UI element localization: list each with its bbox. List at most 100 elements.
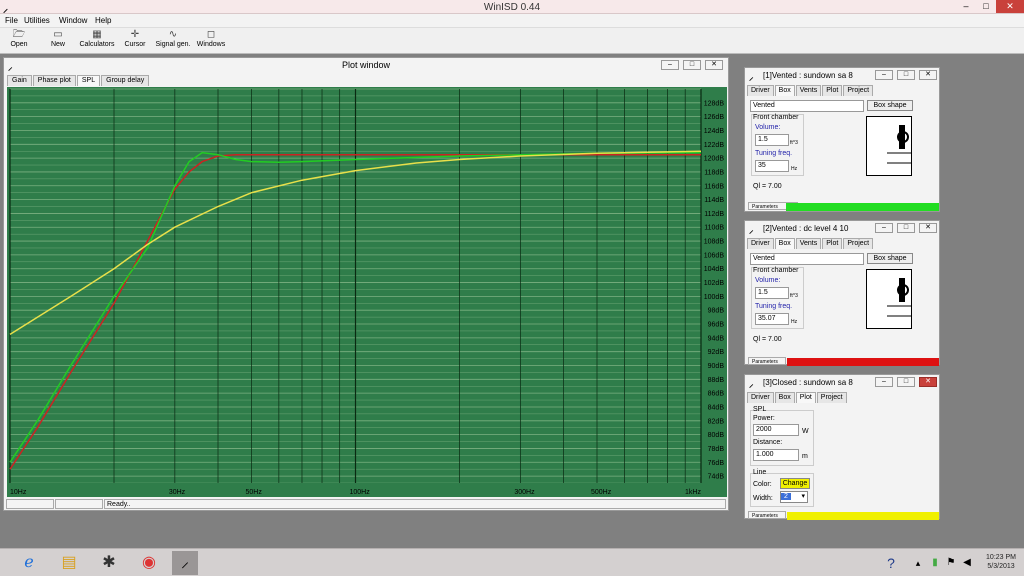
tab-plot[interactable]: Plot bbox=[822, 85, 843, 96]
title-bar: ⸝ WinISD 0.44 – □ ✕ bbox=[0, 0, 1024, 15]
tab-plot[interactable]: Plot bbox=[795, 392, 816, 403]
volume-input[interactable]: 1.5 bbox=[755, 287, 789, 299]
tab-driver[interactable]: Driver bbox=[747, 238, 774, 249]
toolbar: 🗁 Open ▭ New ▦ Calculators ✛ Cursor ∿ Signal … bbox=[0, 28, 1024, 54]
new-button[interactable]: ▭ New bbox=[44, 29, 72, 48]
closed-minimize-button[interactable]: – bbox=[875, 377, 893, 387]
menu-help[interactable]: Help bbox=[95, 16, 111, 25]
plot-maximize-button[interactable]: □ bbox=[683, 60, 701, 70]
tab-driver[interactable]: Driver bbox=[747, 392, 774, 403]
parameters-tab[interactable]: Parameters bbox=[748, 357, 786, 365]
signal-gen-icon: ∿ bbox=[168, 29, 178, 40]
driver-close-button[interactable]: ✕ bbox=[919, 223, 937, 233]
plot-minimize-button[interactable]: – bbox=[661, 60, 679, 70]
y-tick-label: 92dB bbox=[708, 349, 725, 356]
tab-gain[interactable]: Gain bbox=[7, 75, 32, 86]
volume-input[interactable]: 1.5 bbox=[755, 134, 789, 146]
tab-project[interactable]: Project bbox=[843, 85, 874, 96]
power-unit: W bbox=[802, 428, 809, 435]
tab-phase-plot[interactable]: Phase plot bbox=[32, 75, 76, 86]
tab-plot[interactable]: Plot bbox=[822, 238, 843, 249]
front-chamber-label: Front chamber bbox=[753, 267, 799, 274]
box-shape-button[interactable]: Box shape bbox=[867, 100, 913, 111]
closed-tabs: Driver Box Plot Project bbox=[747, 392, 848, 403]
cursor-button[interactable]: ✛ Cursor bbox=[122, 29, 148, 48]
volume-icon[interactable]: ◀ bbox=[954, 551, 980, 575]
file-explorer-icon[interactable]: ▤ bbox=[56, 551, 82, 575]
closed-window: ⸝ [3]Closed : sundown sa 8 – □ ✕ Driver … bbox=[744, 374, 940, 520]
calculators-button[interactable]: ▦ Calculators bbox=[78, 29, 116, 48]
driver-maximize-button[interactable]: □ bbox=[897, 223, 915, 233]
box-type-field[interactable]: Vented bbox=[750, 253, 864, 265]
app-icon[interactable]: ✱ bbox=[96, 551, 122, 575]
cursor-icon: ✛ bbox=[130, 29, 140, 40]
tuning-unit: Hz bbox=[791, 166, 798, 172]
tab-box[interactable]: Box bbox=[774, 85, 795, 96]
tuning-input[interactable]: 35.07 bbox=[755, 313, 789, 325]
y-tick-label: 110dB bbox=[704, 225, 724, 232]
spl-chart[interactable]: 74dB 76dB 78dB 80dB 82dB 84dB 86dB 88dB 90dB 92dB… bbox=[7, 87, 727, 497]
y-tick-label: 102dB bbox=[704, 280, 725, 287]
winisd-icon[interactable]: ⸝ bbox=[172, 551, 198, 575]
clock[interactable]: 10:23 PM 5/3/2013 bbox=[986, 553, 1016, 571]
distance-input[interactable]: 1.000 bbox=[753, 449, 799, 461]
power-input[interactable]: 2000 bbox=[753, 424, 799, 436]
plot-close-button[interactable]: ✕ bbox=[705, 60, 723, 70]
change-color-button[interactable]: Change bbox=[780, 478, 810, 489]
tab-driver[interactable]: Driver bbox=[747, 85, 774, 96]
y-tick-label: 86dB bbox=[708, 391, 725, 398]
windows-button[interactable]: ◻ Windows bbox=[196, 29, 226, 48]
tuning-input[interactable]: 35 bbox=[755, 160, 789, 172]
ie-icon[interactable]: ℯ bbox=[16, 551, 42, 575]
volume-unit: ft^3 bbox=[790, 293, 798, 299]
y-tick-label: 106dB bbox=[704, 252, 725, 259]
tab-box[interactable]: Box bbox=[774, 238, 795, 249]
menu-file[interactable]: File bbox=[5, 16, 18, 25]
box-shape-button[interactable]: Box shape bbox=[867, 253, 913, 264]
minimize-button[interactable]: – bbox=[956, 0, 976, 13]
tab-vents[interactable]: Vents bbox=[795, 85, 822, 96]
help-icon[interactable]: ? bbox=[878, 551, 904, 575]
tab-group-delay[interactable]: Group delay bbox=[101, 75, 150, 86]
line-color-bar bbox=[787, 512, 939, 520]
status-pane-1 bbox=[6, 499, 54, 509]
tab-project[interactable]: Project bbox=[843, 238, 874, 249]
open-button[interactable]: 🗁 Open bbox=[6, 29, 32, 48]
calculator-icon: ▦ bbox=[92, 29, 102, 40]
signal-gen-button[interactable]: ∿ Signal gen. bbox=[154, 29, 192, 48]
maximize-button[interactable]: □ bbox=[976, 0, 996, 13]
x-tick-label: 100Hz bbox=[350, 489, 371, 496]
x-tick-label: 300Hz bbox=[514, 489, 535, 496]
y-tick-label: 114dB bbox=[704, 197, 724, 204]
plot-window: ⸝ Plot window – □ ✕ Gain Phase plot SPL … bbox=[3, 57, 729, 511]
distance-unit: m bbox=[802, 453, 808, 460]
box-type-field[interactable]: Vented bbox=[750, 100, 864, 112]
chrome-icon[interactable]: ◉ bbox=[136, 551, 162, 575]
x-tick-label: 30Hz bbox=[169, 489, 186, 496]
tab-project[interactable]: Project bbox=[816, 392, 847, 403]
menu-window[interactable]: Window bbox=[59, 16, 87, 25]
driver-minimize-button[interactable]: – bbox=[875, 70, 893, 80]
tab-box[interactable]: Box bbox=[774, 392, 795, 403]
tab-spl[interactable]: SPL bbox=[76, 75, 101, 86]
y-tick-label: 94dB bbox=[708, 335, 725, 342]
closed-maximize-button[interactable]: □ bbox=[897, 377, 915, 387]
box-diagram bbox=[866, 116, 912, 176]
parameters-tab[interactable]: Parameters bbox=[748, 511, 786, 519]
x-tick-label: 1kHz bbox=[685, 489, 701, 496]
distance-label: Distance: bbox=[753, 439, 783, 446]
width-select[interactable]: 2 ▾ bbox=[780, 491, 808, 503]
y-tick-label: 74dB bbox=[708, 474, 725, 481]
y-tick-label: 90dB bbox=[708, 363, 725, 370]
y-tick-label: 78dB bbox=[708, 446, 725, 453]
volume-unit: ft^3 bbox=[790, 140, 798, 146]
driver-window-1: ⸝ [1]Vented : sundown sa 8 – □ ✕ Driver … bbox=[744, 67, 940, 212]
closed-close-button[interactable]: ✕ bbox=[919, 377, 937, 387]
driver-close-button[interactable]: ✕ bbox=[919, 70, 937, 80]
tab-vents[interactable]: Vents bbox=[795, 238, 822, 249]
close-button[interactable]: ✕ bbox=[996, 0, 1024, 13]
driver-maximize-button[interactable]: □ bbox=[897, 70, 915, 80]
driver-minimize-button[interactable]: – bbox=[875, 223, 893, 233]
menu-utilities[interactable]: Utilities bbox=[24, 16, 50, 25]
x-tick-label: 50Hz bbox=[245, 489, 262, 496]
